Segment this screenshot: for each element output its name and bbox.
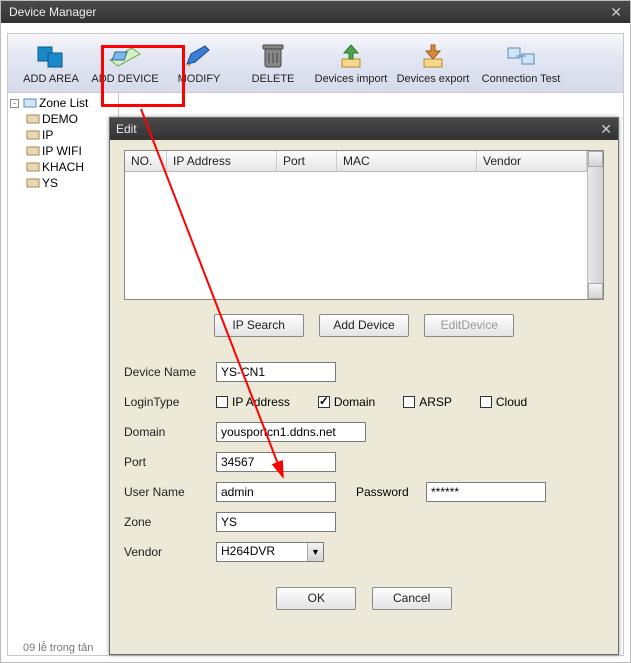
domain-label: Domain — [124, 425, 216, 439]
tree-item-label: KHACH — [42, 160, 84, 174]
tool-label: DELETE — [236, 73, 310, 85]
devices-import-button[interactable]: Devices import — [310, 41, 392, 85]
tool-label: Connection Test — [474, 73, 568, 85]
tool-label: ADD AREA — [14, 73, 88, 85]
zone-icon — [26, 129, 40, 141]
tree-item-label: DEMO — [42, 112, 78, 126]
zone-icon — [26, 145, 40, 157]
connection-test-button[interactable]: Connection Test — [474, 41, 568, 85]
tree-item-label: IP — [42, 128, 53, 142]
user-name-label: User Name — [124, 485, 216, 499]
export-icon — [392, 41, 474, 71]
modify-button[interactable]: MODIFY — [162, 41, 236, 85]
add-area-button[interactable]: ADD AREA — [14, 41, 88, 85]
edit-dialog: Edit ✕ NO. IP Address Port MAC Vendor — [109, 117, 619, 655]
tool-label: Devices export — [392, 73, 474, 85]
cloud-checkbox[interactable] — [480, 396, 492, 408]
domain-checkbox[interactable] — [318, 396, 330, 408]
add-device-button[interactable]: ADD DEVICE — [88, 41, 162, 85]
tree-item[interactable]: YS — [10, 175, 116, 191]
col-no[interactable]: NO. — [125, 151, 167, 171]
device-name-label: Device Name — [124, 365, 216, 379]
collapse-icon[interactable]: - — [10, 99, 19, 108]
zone-label: Zone — [124, 515, 216, 529]
tree-item[interactable]: DEMO — [10, 111, 116, 127]
import-icon — [310, 41, 392, 71]
domain-cb-label: Domain — [334, 395, 375, 409]
tree-item-label: IP WIFI — [42, 144, 82, 158]
zone-input[interactable] — [216, 512, 336, 532]
arsp-cb-label: ARSP — [419, 395, 452, 409]
col-ip[interactable]: IP Address — [167, 151, 277, 171]
window-title: Device Manager — [9, 1, 96, 23]
zone-tree[interactable]: - Zone List DEMO IP IP WIFI — [7, 93, 119, 656]
close-icon[interactable]: ✕ — [610, 1, 622, 23]
dialog-titlebar: Edit ✕ — [110, 118, 618, 140]
connection-test-icon — [474, 41, 568, 71]
edit-device-button: EditDevice — [424, 314, 514, 337]
table-header: NO. IP Address Port MAC Vendor — [125, 151, 587, 172]
delete-icon — [236, 41, 310, 71]
port-input[interactable] — [216, 452, 336, 472]
main-titlebar: Device Manager ✕ — [1, 1, 630, 23]
ip-search-button[interactable]: IP Search — [214, 314, 304, 337]
tool-label: ADD DEVICE — [88, 73, 162, 85]
tree-root-label: Zone List — [39, 96, 88, 110]
user-name-input[interactable] — [216, 482, 336, 502]
col-vendor[interactable]: Vendor — [477, 151, 587, 171]
table-body — [125, 172, 587, 299]
zone-icon — [26, 113, 40, 125]
ip-address-cb-label: IP Address — [232, 395, 290, 409]
close-icon[interactable]: ✕ — [600, 121, 612, 138]
vendor-value: H264DVR — [217, 543, 307, 561]
cancel-button[interactable]: Cancel — [372, 587, 452, 610]
add-area-icon — [14, 41, 88, 71]
login-type-label: LoginType — [124, 395, 216, 409]
ip-address-checkbox[interactable] — [216, 396, 228, 408]
tree-item[interactable]: IP — [10, 127, 116, 143]
toolbar: ADD AREA ADD DEVICE MODIFY — [7, 33, 624, 93]
password-input[interactable] — [426, 482, 546, 502]
port-label: Port — [124, 455, 216, 469]
dialog-title: Edit — [116, 122, 137, 136]
cloud-cb-label: Cloud — [496, 395, 527, 409]
vendor-select[interactable]: H264DVR ▼ — [216, 542, 324, 562]
chevron-down-icon: ▼ — [307, 543, 323, 561]
add-device-icon — [88, 41, 162, 71]
device-form: Device Name LoginType IP Address Domain … — [124, 357, 604, 567]
tool-label: MODIFY — [162, 73, 236, 85]
vendor-label: Vendor — [124, 545, 216, 559]
devices-export-button[interactable]: Devices export — [392, 41, 474, 85]
password-label: Password — [356, 485, 426, 499]
ok-button[interactable]: OK — [276, 587, 356, 610]
col-mac[interactable]: MAC — [337, 151, 477, 171]
tree-item[interactable]: KHACH — [10, 159, 116, 175]
tree-root[interactable]: - Zone List — [10, 95, 116, 111]
zone-icon — [26, 161, 40, 173]
add-device-dialog-button[interactable]: Add Device — [319, 314, 409, 337]
tree-item-label: YS — [42, 176, 58, 190]
tool-label: Devices import — [310, 73, 392, 85]
col-port[interactable]: Port — [277, 151, 337, 171]
zone-icon — [26, 177, 40, 189]
modify-icon — [162, 41, 236, 71]
tree-item[interactable]: IP WIFI — [10, 143, 116, 159]
device-name-input[interactable] — [216, 362, 336, 382]
domain-input[interactable] — [216, 422, 366, 442]
delete-button[interactable]: DELETE — [236, 41, 310, 85]
background-text: 09 lễ trong tản — [23, 642, 93, 654]
device-table[interactable]: NO. IP Address Port MAC Vendor — [124, 150, 604, 300]
scrollbar[interactable] — [587, 151, 603, 299]
arsp-checkbox[interactable] — [403, 396, 415, 408]
zone-list-icon — [23, 97, 37, 109]
device-manager-window: Device Manager ✕ ADD AREA ADD DEVICE — [0, 0, 631, 663]
